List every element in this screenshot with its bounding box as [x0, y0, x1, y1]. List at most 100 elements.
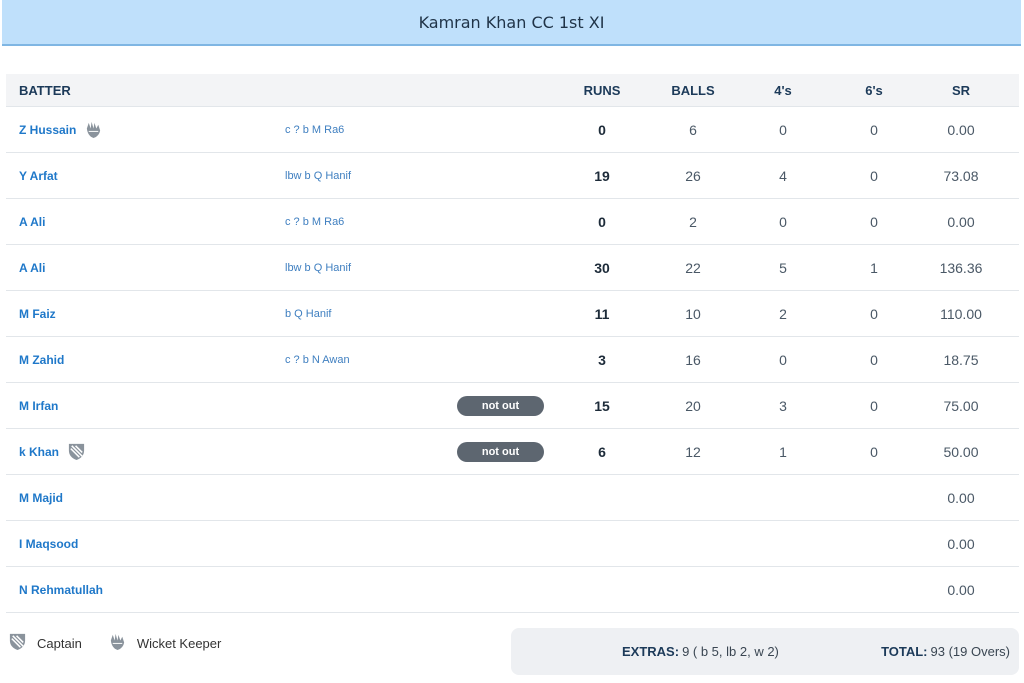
batter-cell: M Zahid	[19, 337, 64, 382]
balls-value: 22	[685, 259, 701, 276]
batter-cell: A Ali	[19, 199, 45, 244]
wicket-keeper-icon	[108, 632, 127, 654]
balls-value: 2	[689, 213, 697, 230]
batter-cell: k Khan	[19, 429, 86, 474]
table-header-row: BATTER RUNS BALLS 4's 6's SR	[6, 74, 1019, 107]
strike-rate-value: 75.00	[943, 397, 979, 414]
balls-value: 16	[685, 351, 701, 368]
fours-value: 1	[779, 443, 787, 460]
fours-value: 3	[779, 397, 787, 414]
dismissal-info: c ? b N Awan	[285, 353, 350, 366]
strike-rate-value: 0.00	[947, 535, 975, 552]
batter-name-link[interactable]: Y Arfat	[19, 169, 58, 183]
batter-cell: A Ali	[19, 245, 45, 290]
table-row: N Rehmatullah 0.00	[6, 567, 1019, 613]
col-header-batter: BATTER	[19, 82, 71, 98]
role-legend: Captain Wicket Keeper	[8, 632, 247, 654]
table-row: Y Arfat lbw b Q Hanif 19 26 4 0 73.08	[6, 153, 1019, 199]
balls-value: 26	[685, 167, 701, 184]
batter-name-link[interactable]: N Rehmatullah	[19, 583, 103, 597]
batter-name-link[interactable]: Z Hussain	[19, 123, 76, 137]
dismissal-info: lbw b Q Hanif	[285, 169, 352, 182]
extras-value: 9 ( b 5, lb 2, w 2)	[682, 644, 779, 659]
total-summary: TOTAL: 93 (19 Overs)	[881, 628, 1010, 675]
batter-name-link[interactable]: I Maqsood	[19, 537, 78, 551]
batter-name-link[interactable]: A Ali	[19, 261, 45, 275]
strike-rate-value: 110.00	[940, 305, 982, 322]
sixes-value: 0	[870, 167, 878, 184]
table-row: A Ali c ? b M Ra6 0 2 0 0 0.00	[6, 199, 1019, 245]
strike-rate-value: 0.00	[947, 121, 975, 138]
table-row: M Zahid c ? b N Awan 3 16 0 0 18.75	[6, 337, 1019, 383]
table-row: A Ali lbw b Q Hanif 30 22 5 1 136.36	[6, 245, 1019, 291]
batter-name-link[interactable]: M Zahid	[19, 353, 64, 367]
runs-value: 0	[598, 121, 606, 138]
sixes-value: 0	[870, 443, 878, 460]
batter-cell: Z Hussain	[19, 107, 103, 152]
fours-value: 4	[779, 167, 787, 184]
not-out-badge: not out	[457, 442, 544, 462]
sixes-value: 0	[870, 305, 878, 322]
table-row: M Faiz b Q Hanif 11 10 2 0 110.00	[6, 291, 1019, 337]
extras-summary: EXTRAS: 9 ( b 5, lb 2, w 2)	[622, 628, 779, 675]
legend-captain-label: Captain	[37, 635, 82, 651]
sixes-value: 1	[870, 259, 878, 276]
balls-value: 10	[685, 305, 701, 322]
runs-value: 3	[598, 351, 606, 368]
runs-value: 30	[594, 259, 610, 276]
balls-value: 20	[685, 397, 701, 414]
fours-value: 0	[779, 213, 787, 230]
dismissal-info: lbw b Q Hanif	[285, 261, 352, 274]
batter-name-link[interactable]: M Majid	[19, 491, 63, 505]
sixes-value: 0	[870, 213, 878, 230]
table-row: M Irfan not out 15 20 3 0 75.00	[6, 383, 1019, 429]
batter-name-link[interactable]: M Faiz	[19, 307, 56, 321]
strike-rate-value: 0.00	[947, 213, 975, 230]
extras-label: EXTRAS:	[622, 644, 680, 659]
table-row: k Khan not out 6 12 1 0 50.00	[6, 429, 1019, 475]
total-value: 93 (19 Overs)	[930, 644, 1010, 659]
fours-value: 2	[779, 305, 787, 322]
batter-cell: M Irfan	[19, 383, 58, 428]
table-row: Z Hussain c ? b M Ra6 0 6 0 0 0.00	[6, 107, 1019, 153]
dismissal-info: b Q Hanif	[285, 307, 332, 320]
batter-name-link[interactable]: k Khan	[19, 445, 59, 459]
strike-rate-value: 136.36	[939, 259, 983, 276]
strike-rate-value: 0.00	[947, 489, 975, 506]
batter-cell: I Maqsood	[19, 521, 78, 566]
captain-icon	[67, 442, 86, 461]
dismissal-info: c ? b M Ra6	[285, 215, 345, 228]
wicket-keeper-icon	[84, 120, 103, 139]
fours-value: 5	[779, 259, 787, 276]
batter-name-link[interactable]: M Irfan	[19, 399, 58, 413]
runs-value: 6	[598, 443, 606, 460]
runs-value: 15	[594, 397, 610, 414]
batter-cell: N Rehmatullah	[19, 567, 103, 612]
legend-wicket-keeper-label: Wicket Keeper	[136, 635, 222, 651]
balls-value: 12	[685, 443, 701, 460]
strike-rate-value: 73.08	[943, 167, 979, 184]
batter-name-link[interactable]: A Ali	[19, 215, 45, 229]
sixes-value: 0	[870, 121, 878, 138]
balls-value: 6	[689, 121, 697, 138]
col-header-sixes: 6's	[865, 82, 883, 98]
runs-value: 19	[594, 167, 610, 184]
total-label: TOTAL:	[881, 644, 928, 659]
runs-value: 11	[594, 305, 610, 322]
dismissal-info: c ? b M Ra6	[285, 123, 345, 136]
sixes-value: 0	[870, 397, 878, 414]
table-row: I Maqsood 0.00	[6, 521, 1019, 567]
batter-cell: M Faiz	[19, 291, 56, 336]
strike-rate-value: 18.75	[943, 351, 979, 368]
not-out-badge: not out	[457, 396, 544, 416]
legend-wicket-keeper: Wicket Keeper	[108, 632, 222, 654]
sixes-value: 0	[870, 351, 878, 368]
legend-captain: Captain	[8, 632, 82, 654]
col-header-runs: RUNS	[583, 82, 621, 98]
col-header-balls: BALLS	[671, 82, 715, 98]
innings-summary: EXTRAS: 9 ( b 5, lb 2, w 2) TOTAL: 93 (1…	[511, 628, 1019, 675]
batter-cell: Y Arfat	[19, 153, 58, 198]
strike-rate-value: 0.00	[947, 581, 975, 598]
fours-value: 0	[779, 351, 787, 368]
fours-value: 0	[779, 121, 787, 138]
